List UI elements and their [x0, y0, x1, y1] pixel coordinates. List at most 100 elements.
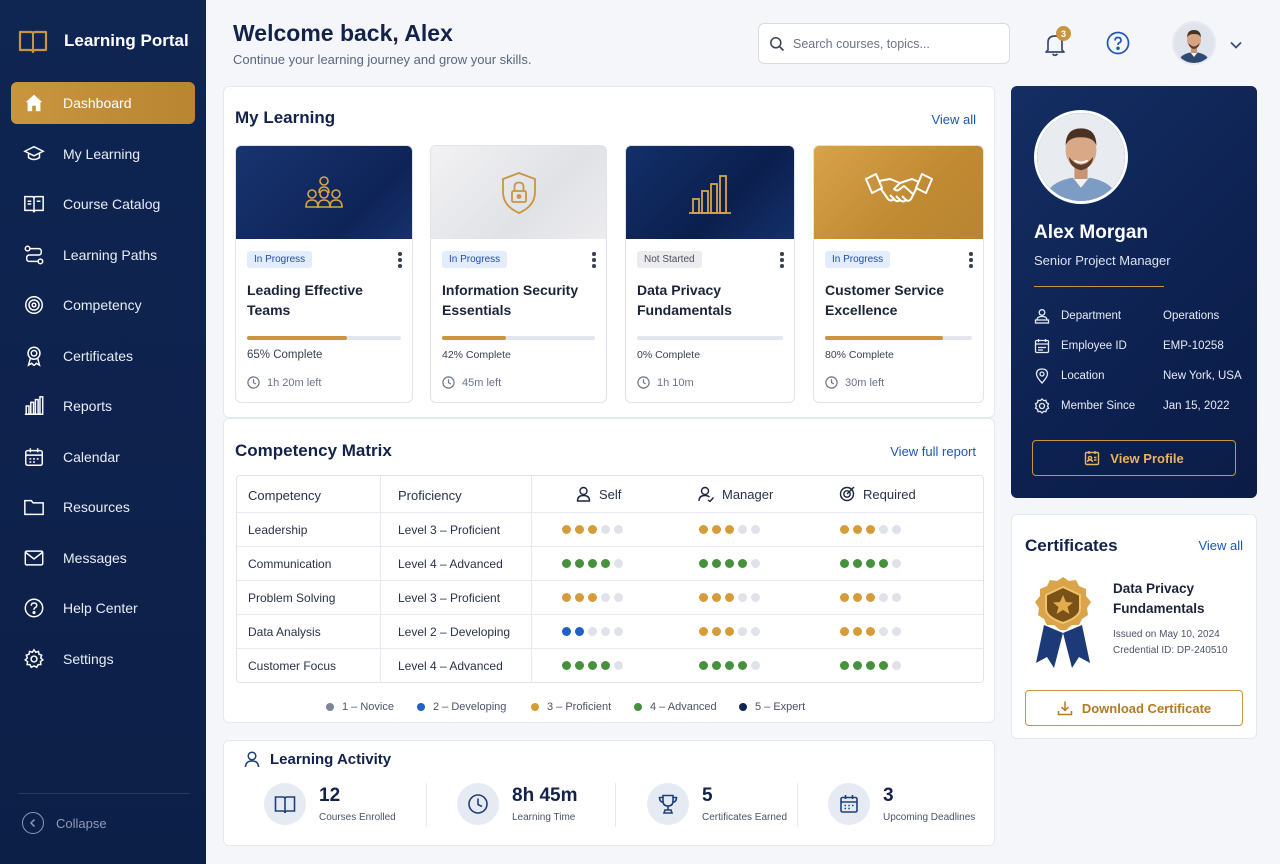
- legend-dot: [634, 703, 642, 711]
- view-profile-label: View Profile: [1110, 450, 1184, 466]
- rating-dot-empty: [751, 627, 760, 636]
- nav-label: My Learning: [63, 145, 141, 162]
- folder-icon: [24, 499, 44, 516]
- nav-item-dashboard[interactable]: Dashboard: [11, 82, 195, 124]
- search-input[interactable]: [793, 36, 993, 51]
- rating-dot-filled: [562, 661, 571, 670]
- help-button[interactable]: [1106, 31, 1130, 55]
- view-all-certificates-link[interactable]: View all: [1198, 538, 1243, 553]
- nav-label: Messages: [63, 549, 127, 566]
- more-options-icon[interactable]: [398, 252, 402, 270]
- rating-dot-filled: [866, 559, 875, 568]
- proficiency-level: Level 3 – Proficient: [398, 523, 501, 537]
- nav-item-help-center[interactable]: Help Center: [11, 587, 195, 629]
- rating-dot-filled: [575, 593, 584, 602]
- user-icon: [576, 486, 591, 502]
- more-options-icon[interactable]: [780, 252, 784, 270]
- nav-item-course-catalog[interactable]: Course Catalog: [11, 183, 195, 225]
- chevron-down-icon[interactable]: [1229, 37, 1243, 55]
- required-rating: [840, 559, 901, 568]
- page-title: Welcome back, Alex: [233, 20, 453, 46]
- table-row[interactable]: Leadership Level 3 – Proficient: [237, 512, 983, 546]
- competency-name: Problem Solving: [248, 591, 336, 605]
- rating-dot-filled: [699, 525, 708, 534]
- table-row[interactable]: Problem Solving Level 3 – Proficient: [237, 580, 983, 614]
- progress-fill: [442, 336, 507, 340]
- nav-label: Dashboard: [63, 95, 132, 111]
- user-avatar[interactable]: [1172, 21, 1216, 65]
- search-box[interactable]: [758, 23, 1010, 64]
- nav-item-reports[interactable]: Reports: [11, 385, 195, 427]
- table-row[interactable]: Customer Focus Level 4 – Advanced: [237, 648, 983, 682]
- certificate-info: Data Privacy Fundamentals Issued on May …: [1113, 579, 1228, 659]
- rating-dot-empty: [892, 661, 901, 670]
- progress-text: 0% Complete: [637, 349, 701, 361]
- nav-item-messages[interactable]: Messages: [11, 537, 195, 579]
- rating-dot-empty: [738, 593, 747, 602]
- header-self: Self: [576, 486, 621, 502]
- collapse-button[interactable]: Collapse: [22, 812, 107, 834]
- nav-label: Certificates: [63, 347, 134, 364]
- chevron-left-icon: [22, 812, 44, 834]
- stat-certificates-earned: 5 Certificates Earned: [647, 783, 787, 825]
- badge-gear-icon: [1034, 398, 1050, 414]
- rating-dot-filled: [699, 627, 708, 636]
- field-value: Jan 15, 2022: [1163, 400, 1230, 412]
- progress-text: 80% Complete: [825, 349, 894, 361]
- table-row[interactable]: Communication Level 4 – Advanced: [237, 546, 983, 580]
- rating-dot-empty: [751, 593, 760, 602]
- rating-dot-filled: [840, 559, 849, 568]
- course-title: Data Privacy Fundamentals: [637, 282, 732, 318]
- rating-dot-empty: [892, 627, 901, 636]
- legend-dot: [326, 703, 334, 711]
- rating-dot-filled: [840, 661, 849, 670]
- table-row[interactable]: Data Analysis Level 2 – Developing: [237, 614, 983, 648]
- view-all-courses-link[interactable]: View all: [931, 112, 976, 127]
- field-value: EMP-10258: [1163, 340, 1224, 352]
- rating-dot-filled: [712, 593, 721, 602]
- nav-item-resources[interactable]: Resources: [11, 486, 195, 528]
- view-profile-button[interactable]: View Profile: [1032, 440, 1236, 476]
- nav-label: Competency: [63, 297, 142, 313]
- more-options-icon[interactable]: [969, 252, 973, 270]
- legend-label: 2 – Developing: [433, 701, 507, 713]
- question-circle-icon: [1106, 31, 1130, 55]
- rating-dot-filled: [853, 559, 862, 568]
- nav-item-learning-paths[interactable]: Learning Paths: [11, 234, 195, 276]
- course-card[interactable]: Not Started Data Privacy Fundamentals 0%…: [625, 145, 795, 403]
- nav-item-my-learning[interactable]: My Learning: [11, 133, 195, 175]
- nav-item-settings[interactable]: Settings: [11, 638, 195, 680]
- nav-item-calendar[interactable]: Calendar: [11, 436, 195, 478]
- home-icon: [25, 94, 43, 112]
- department-icon: [1034, 309, 1050, 324]
- manager-rating: [699, 593, 760, 602]
- brand-title: Learning Portal: [64, 31, 189, 50]
- target-icon: [25, 296, 43, 314]
- certificates-title: Certificates: [1025, 536, 1118, 555]
- download-certificate-button[interactable]: Download Certificate: [1025, 690, 1243, 726]
- rating-dot-filled: [562, 627, 571, 636]
- rating-dot-empty: [614, 525, 623, 534]
- user-icon: [244, 751, 260, 768]
- course-card[interactable]: In Progress Leading Effective Teams 65% …: [235, 145, 413, 403]
- shield-lock-icon: [501, 171, 536, 214]
- view-full-report-link[interactable]: View full report: [890, 444, 976, 459]
- time-remaining: 30m left: [825, 376, 884, 389]
- rating-dot-empty: [601, 627, 610, 636]
- notifications-button[interactable]: 3: [1041, 26, 1071, 58]
- nav-label: Resources: [63, 499, 130, 515]
- legend-item: 1 – Novice: [326, 701, 394, 713]
- profile-field-location: Location New York, USA: [1034, 368, 1242, 384]
- download-icon: [1057, 701, 1073, 716]
- brand[interactable]: Learning Portal: [18, 28, 189, 54]
- rating-dot-filled: [738, 559, 747, 568]
- course-card[interactable]: In Progress Information Security Essenti…: [430, 145, 607, 403]
- nav-menu: Dashboard My Learning Course Catalog Lea…: [11, 82, 195, 688]
- calendar-icon: [25, 447, 43, 466]
- rating-dot-filled: [725, 559, 734, 568]
- more-options-icon[interactable]: [592, 252, 596, 270]
- nav-item-competency[interactable]: Competency: [11, 284, 195, 326]
- nav-item-certificates[interactable]: Certificates: [11, 335, 195, 377]
- rating-dot-filled: [879, 661, 888, 670]
- course-card[interactable]: In Progress Customer Service Excellence …: [813, 145, 984, 403]
